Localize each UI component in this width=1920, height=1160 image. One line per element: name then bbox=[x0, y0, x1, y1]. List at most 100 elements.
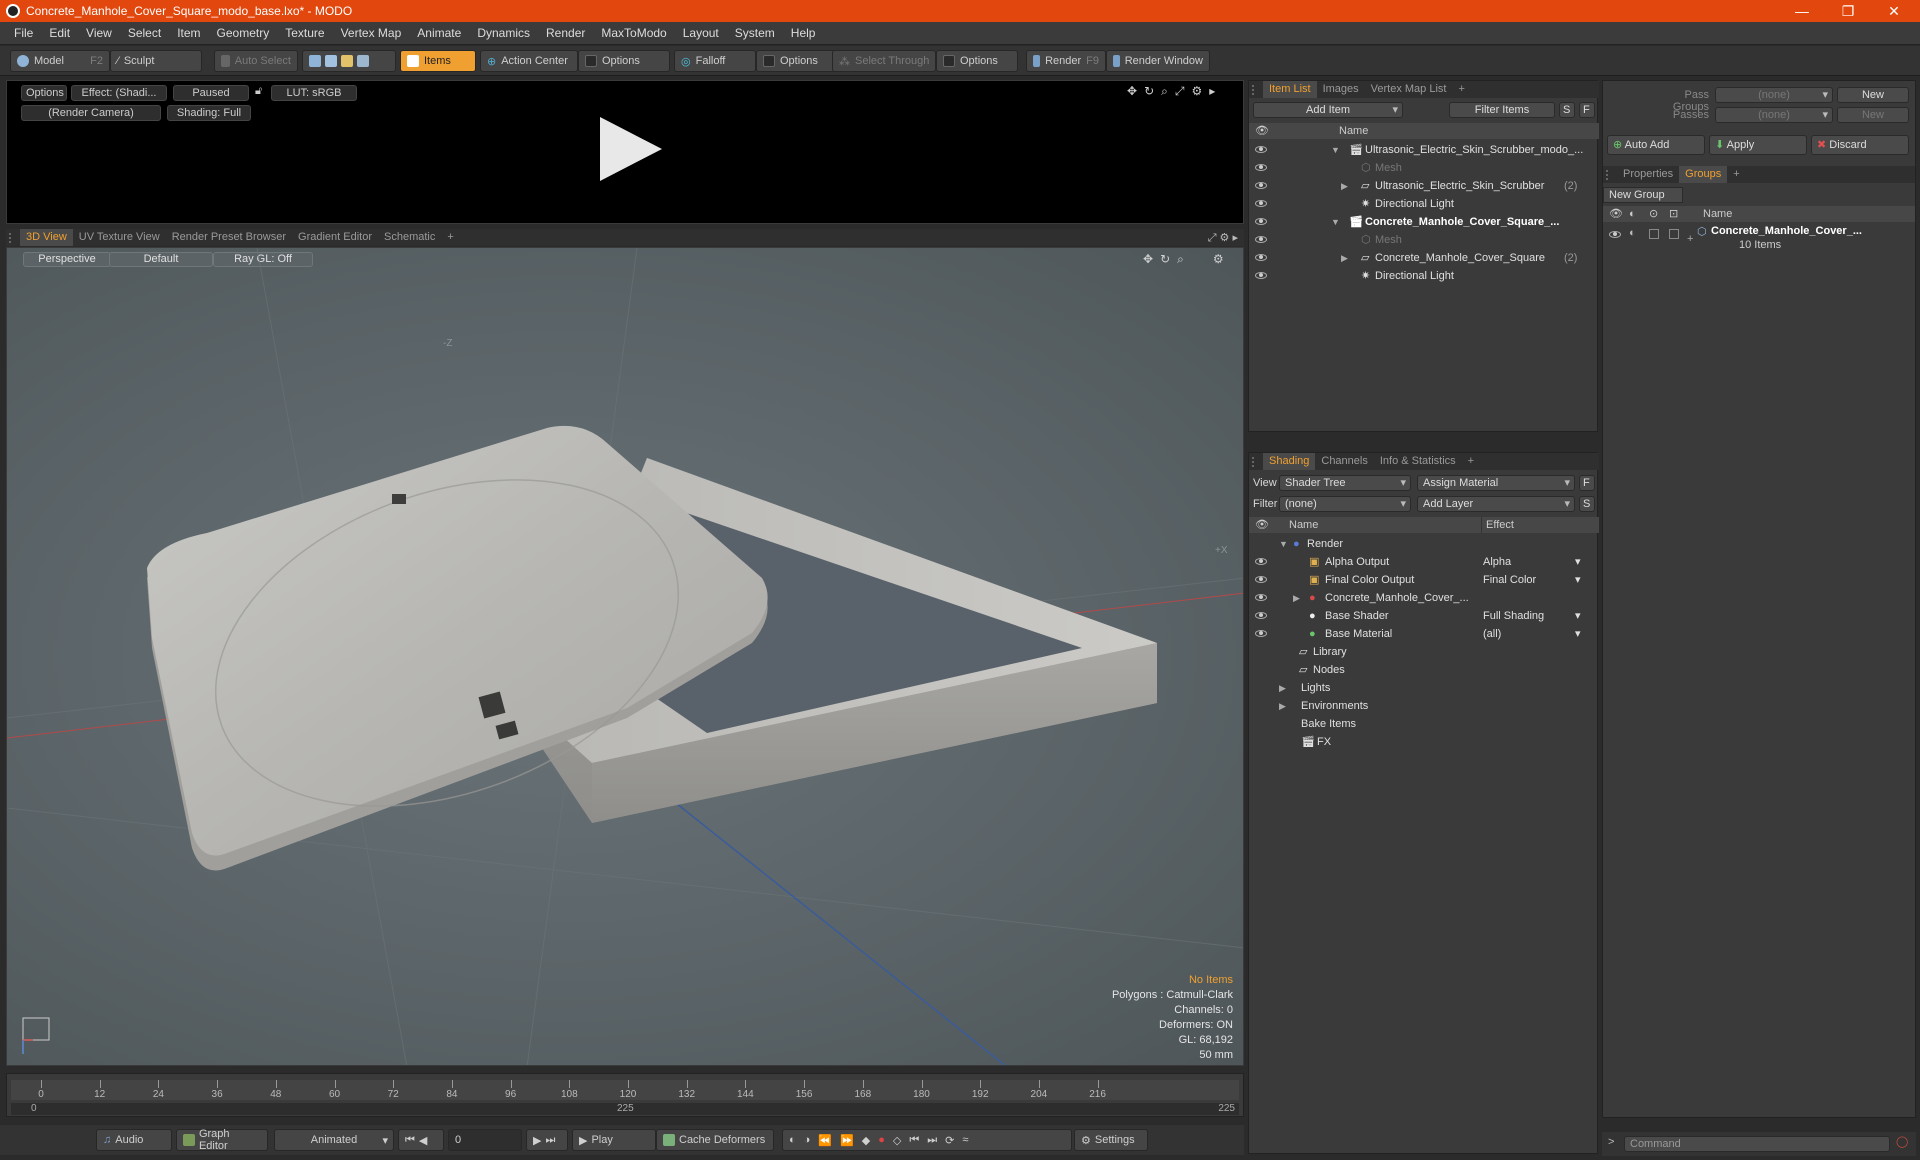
pan-icon[interactable]: ✥ bbox=[1127, 84, 1137, 99]
shading-s-button[interactable]: S bbox=[1579, 496, 1595, 512]
filter-s-button[interactable]: S bbox=[1559, 102, 1575, 118]
shader-row[interactable]: ▶ Lights bbox=[1249, 679, 1599, 697]
grip-icon[interactable] bbox=[1606, 169, 1614, 180]
tree-item[interactable]: ▶ ▱ Concrete_Manhole_Cover_Square (2) bbox=[1249, 249, 1599, 267]
grip-icon[interactable] bbox=[1252, 84, 1260, 95]
menu-item[interactable]: Item bbox=[169, 26, 208, 40]
new-group-button[interactable]: New Group bbox=[1603, 187, 1683, 203]
shader-row[interactable]: ▱ Library bbox=[1249, 643, 1599, 661]
view-dropdown[interactable]: Shader Tree bbox=[1279, 475, 1411, 491]
lock-icon[interactable]: 🔓︎ bbox=[255, 85, 262, 98]
tree-item[interactable]: ✷ Directional Light bbox=[1249, 195, 1599, 213]
add-tab-button[interactable]: + bbox=[1727, 166, 1745, 183]
grip-icon[interactable] bbox=[1252, 456, 1260, 467]
tab-uv-texture-view[interactable]: UV Texture View bbox=[73, 229, 166, 246]
step-forward-icon[interactable]: ▶ bbox=[533, 1134, 541, 1147]
key-tool-icon[interactable]: ◑ bbox=[804, 1134, 811, 1146]
tree-item[interactable]: ⬡ Mesh bbox=[1249, 159, 1599, 177]
timeline-ruler[interactable]: 0 12 24 36 48 60 72 84 96 108 120 132 144 156 168 180 19… bbox=[11, 1080, 1239, 1100]
step-back-icon[interactable]: ◀ bbox=[419, 1134, 427, 1147]
tab-shading[interactable]: Shading bbox=[1263, 453, 1316, 470]
shading-dropdown[interactable]: Shading: Full bbox=[167, 105, 251, 121]
shader-row[interactable]: ▶ ● Concrete_Manhole_Cover_... bbox=[1249, 589, 1599, 607]
lock-checkbox-icon[interactable] bbox=[1649, 229, 1659, 239]
visibility-eye-icon[interactable] bbox=[1255, 630, 1267, 637]
menu-file[interactable]: File bbox=[6, 26, 41, 40]
prev-key-icon[interactable]: ⏪ bbox=[818, 1134, 832, 1147]
action-center-options-button[interactable]: Options bbox=[578, 50, 670, 72]
items-mode-button[interactable]: Items bbox=[400, 50, 476, 72]
tab-render-preset-browser[interactable]: Render Preset Browser bbox=[166, 229, 292, 246]
menu-animate[interactable]: Animate bbox=[409, 26, 469, 40]
shading-f-button[interactable]: F bbox=[1579, 475, 1595, 491]
visibility-eye-icon[interactable] bbox=[1255, 612, 1267, 619]
add-tab-button[interactable]: + bbox=[441, 229, 459, 246]
add-item-dropdown[interactable]: Add Item bbox=[1253, 102, 1403, 118]
skip-start-icon[interactable]: ⏮ bbox=[405, 1134, 415, 1147]
select-through-options-button[interactable]: Options bbox=[936, 50, 1018, 72]
tab-channels[interactable]: Channels bbox=[1315, 453, 1373, 470]
pass-groups-dropdown[interactable]: (none) bbox=[1715, 87, 1833, 103]
passes-dropdown[interactable]: (none) bbox=[1715, 107, 1833, 123]
new-pass-button[interactable]: New bbox=[1837, 107, 1909, 123]
visibility-eye-icon[interactable] bbox=[1255, 272, 1267, 279]
command-input[interactable]: Command bbox=[1624, 1136, 1890, 1152]
menu-layout[interactable]: Layout bbox=[675, 26, 727, 40]
tree-item[interactable]: ▼ 🎬︎ Ultrasonic_Electric_Skin_Scrubber_mod… bbox=[1249, 141, 1599, 159]
filter-dropdown[interactable]: (none) bbox=[1279, 496, 1411, 512]
shader-row[interactable]: ▶ Environments bbox=[1249, 697, 1599, 715]
tree-item[interactable]: ✷ Directional Light bbox=[1249, 267, 1599, 285]
render-toggle-icon[interactable]: ◐ bbox=[1629, 227, 1636, 239]
render-camera-dropdown[interactable]: (Render Camera) bbox=[21, 105, 161, 121]
menu-system[interactable]: System bbox=[727, 26, 783, 40]
tab-item-list[interactable]: Item List bbox=[1263, 81, 1317, 98]
preview-effect-dropdown[interactable]: Effect: (Shadi... bbox=[71, 85, 167, 101]
chevron-down-icon[interactable]: ▾ bbox=[1575, 625, 1581, 643]
ripple-icon[interactable]: ≈ bbox=[962, 1134, 968, 1146]
tab-3d-view[interactable]: 3D View bbox=[20, 229, 73, 246]
skip-end-icon[interactable]: ⏭ bbox=[545, 1134, 555, 1147]
menu-edit[interactable]: Edit bbox=[41, 26, 78, 40]
sculpt-button[interactable]: ⁄ Sculpt bbox=[110, 50, 202, 72]
select-through-button[interactable]: ⁂ Select Through bbox=[832, 50, 936, 72]
shader-row[interactable]: ▱ Nodes bbox=[1249, 661, 1599, 679]
maximize-icon[interactable]: ⤢ bbox=[1175, 84, 1185, 99]
model-button[interactable]: Model F2 bbox=[10, 50, 110, 72]
vertex-mode-icon[interactable] bbox=[309, 55, 321, 67]
edge-mode-icon[interactable] bbox=[325, 55, 337, 67]
visibility-eye-icon[interactable] bbox=[1255, 254, 1267, 261]
new-pass-group-button[interactable]: New bbox=[1837, 87, 1909, 103]
shader-row[interactable]: ● Base Shader Full Shading ▾ bbox=[1249, 607, 1599, 625]
auto-select-button[interactable]: Auto Select bbox=[214, 50, 298, 72]
zoom-icon[interactable]: ⌕ bbox=[1161, 84, 1168, 99]
visibility-eye-icon[interactable] bbox=[1609, 231, 1621, 238]
group-row[interactable]: ◐ + ⬡ Concrete_Manhole_Cover_... 10 Item… bbox=[1603, 225, 1915, 265]
lut-dropdown[interactable]: LUT: sRGB bbox=[271, 85, 357, 101]
discard-button[interactable]: ✖ Discard bbox=[1811, 135, 1909, 155]
tab-vertex-map-list[interactable]: Vertex Map List bbox=[1365, 81, 1453, 98]
shader-row[interactable]: 🎬︎ FX bbox=[1249, 733, 1599, 751]
next-key-icon[interactable]: ⏩ bbox=[840, 1134, 854, 1147]
jump-end-icon[interactable]: ⏭ bbox=[927, 1134, 937, 1147]
chevron-down-icon[interactable]: ▾ bbox=[1575, 571, 1581, 589]
render-window-button[interactable]: Render Window bbox=[1106, 50, 1210, 72]
audio-button[interactable]: ♫ Audio bbox=[96, 1129, 172, 1151]
close-icon[interactable]: ✕ bbox=[1872, 0, 1916, 22]
tree-item-selected-scene[interactable]: ▼ 🎬︎ Concrete_Manhole_Cover_Square_... bbox=[1249, 213, 1599, 231]
key-icon[interactable]: ◇ bbox=[893, 1134, 901, 1147]
select-checkbox-icon[interactable] bbox=[1669, 229, 1679, 239]
menu-maxtomodo[interactable]: MaxToModo bbox=[593, 26, 674, 40]
shader-row[interactable]: ▣ Final Color Output Final Color ▾ bbox=[1249, 571, 1599, 589]
maximize-icon[interactable]: ⤢ ⚙ ▸ bbox=[1208, 231, 1238, 245]
shader-row[interactable]: ▼ ● Render bbox=[1249, 535, 1599, 553]
rotate-icon[interactable]: ↻ bbox=[1144, 84, 1154, 99]
visibility-eye-icon[interactable] bbox=[1255, 558, 1267, 565]
animated-dropdown[interactable]: Animated ▾ bbox=[274, 1129, 394, 1151]
auto-add-button[interactable]: ⊕ Auto Add bbox=[1607, 135, 1705, 155]
falloff-button[interactable]: ◎ Falloff bbox=[674, 50, 756, 72]
add-tab-button[interactable]: + bbox=[1452, 81, 1470, 98]
apply-button[interactable]: ⬇ Apply bbox=[1709, 135, 1807, 155]
menu-dynamics[interactable]: Dynamics bbox=[469, 26, 538, 40]
menu-vertex-map[interactable]: Vertex Map bbox=[333, 26, 410, 40]
expand-icon[interactable]: + bbox=[1687, 233, 1693, 245]
